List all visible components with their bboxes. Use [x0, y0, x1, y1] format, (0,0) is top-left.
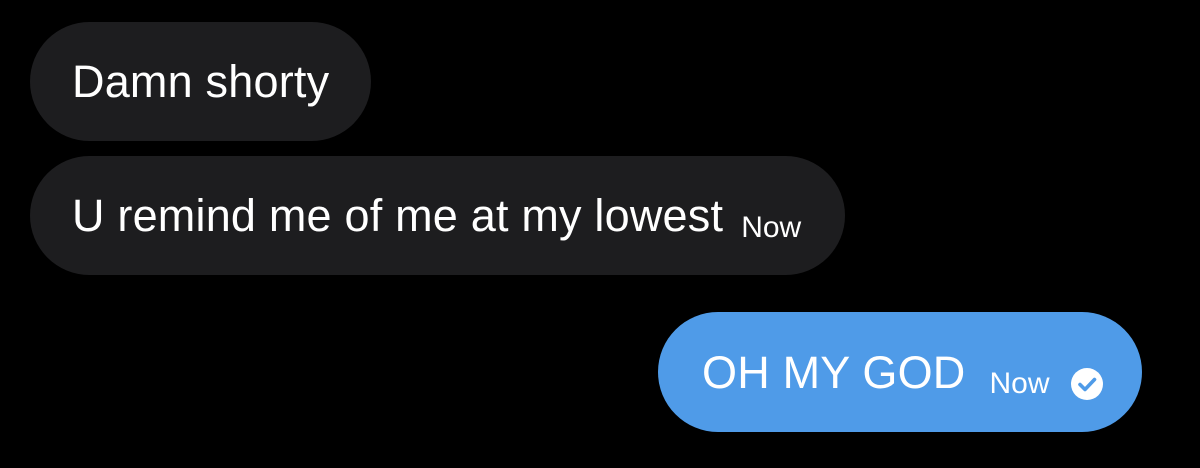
check-circle-icon [1070, 367, 1104, 401]
incoming-message-bubble[interactable]: Damn shorty [30, 22, 372, 141]
message-timestamp: Now [989, 367, 1050, 400]
message-text: Damn shorty [72, 56, 330, 107]
message-text: U remind me of me at my lowest [72, 190, 724, 241]
message-text: OH MY GOD [702, 346, 966, 398]
message-thread: Damn shorty U remind me of me at my lowe… [0, 0, 1200, 468]
incoming-message-bubble[interactable]: U remind me of me at my lowest Now [30, 156, 846, 275]
message-timestamp: Now [741, 210, 802, 244]
outgoing-message-bubble[interactable]: OH MY GOD Now [658, 312, 1142, 432]
